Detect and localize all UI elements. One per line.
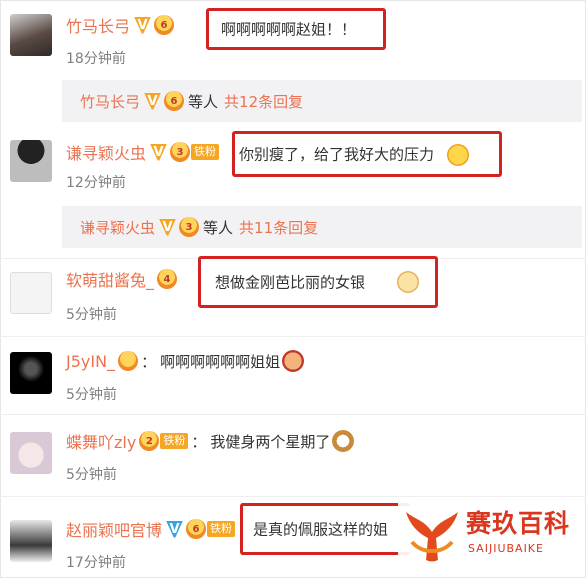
comment-time: 5分钟前 (66, 387, 117, 403)
username[interactable]: J5yIN_ (66, 352, 115, 371)
divider (0, 336, 586, 337)
verified-v-icon: V (144, 92, 162, 110)
fan-badge: 铁粉 (207, 521, 236, 537)
avatar[interactable] (10, 520, 52, 562)
comment-text-highlight: 啊啊啊啊啊赵姐！！ (206, 8, 386, 50)
comment-text: 是真的佩服这样的姐 (253, 520, 389, 539)
comment-text-highlight: 是真的佩服这样的姐 (240, 503, 410, 555)
reply-etc-label: 等人 (188, 92, 219, 111)
comment-text-highlight: 想做金刚芭比丽的女银 (198, 256, 438, 308)
fan-badge: 铁粉 (160, 433, 189, 449)
comment-text-highlight: 你别瘦了，给了我好大的压力 (232, 131, 502, 177)
level-crown-icon (118, 351, 139, 371)
reply-username[interactable]: 谦寻颖火虫 (80, 217, 155, 238)
comment-text: 我健身两个星期了 (210, 432, 331, 451)
colon: ： (141, 352, 157, 371)
reply-username[interactable]: 竹马长弓 (80, 91, 140, 112)
comment-text: 你别瘦了，给了我好大的压力 (239, 145, 435, 164)
verified-v-icon: V (134, 16, 152, 34)
avatar[interactable] (10, 140, 52, 182)
comment-time: 12分钟前 (66, 175, 126, 191)
reply-summary[interactable]: 谦寻颖火虫 V 3 等人 共11条回复 (62, 206, 582, 248)
whale-tail-logo-icon (406, 512, 458, 562)
level-crown-icon: 3 (179, 217, 200, 237)
avatar[interactable] (10, 14, 52, 56)
level-crown-icon: 3 (170, 142, 191, 162)
reply-summary[interactable]: 竹马长弓 V 6 等人 共12条回复 (62, 80, 582, 122)
level-crown-icon: 6 (164, 91, 185, 111)
cat-emoji-icon (332, 430, 355, 452)
comment-time: 17分钟前 (66, 555, 126, 571)
mascot-emoji-icon (282, 350, 305, 372)
username[interactable]: 赵丽颖吧官博 (66, 517, 162, 541)
avatar[interactable] (10, 352, 52, 394)
level-crown-icon: 6 (186, 519, 207, 539)
avatar[interactable] (10, 432, 52, 474)
comment-time: 18分钟前 (66, 51, 126, 67)
comment-text: 啊啊啊啊啊啊姐姐 (160, 352, 281, 371)
watermark-subtitle: SAIJIUBAIKE (468, 542, 544, 555)
username[interactable]: 谦寻颖火虫 (66, 140, 146, 164)
verified-v-icon: V (166, 520, 184, 538)
level-crown-icon: 4 (157, 269, 178, 289)
reply-count-link[interactable]: 共11条回复 (239, 217, 318, 238)
username[interactable]: 软萌甜酱兔_ (66, 267, 154, 291)
watermark-title: 赛玖百科 (466, 509, 571, 538)
verified-v-icon: V (150, 143, 168, 161)
comment-time: 5分钟前 (66, 467, 117, 483)
laughing-emoji-icon (447, 144, 469, 166)
level-crown-icon: 2 (139, 431, 160, 451)
divider (0, 414, 586, 415)
comment-text: 啊啊啊啊啊赵姐！！ (221, 20, 357, 39)
colon: ： (191, 432, 207, 451)
reply-etc-label: 等人 (203, 218, 234, 237)
reply-count-link[interactable]: 共12条回复 (224, 91, 303, 112)
avatar[interactable] (10, 272, 52, 314)
username[interactable]: 蝶舞吖zly (66, 429, 136, 453)
divider (0, 496, 586, 497)
verified-v-icon: V (159, 218, 177, 236)
fan-badge: 铁粉 (191, 144, 220, 160)
comment-text: 想做金刚芭比丽的女银 (215, 273, 366, 292)
level-crown-icon: 6 (154, 15, 175, 35)
dog-emoji-icon (397, 271, 419, 293)
username[interactable]: 竹马长弓 (66, 13, 130, 37)
comment-time: 5分钟前 (66, 307, 117, 323)
watermark: 赛玖百科 SAIJIUBAIKE (398, 498, 584, 574)
